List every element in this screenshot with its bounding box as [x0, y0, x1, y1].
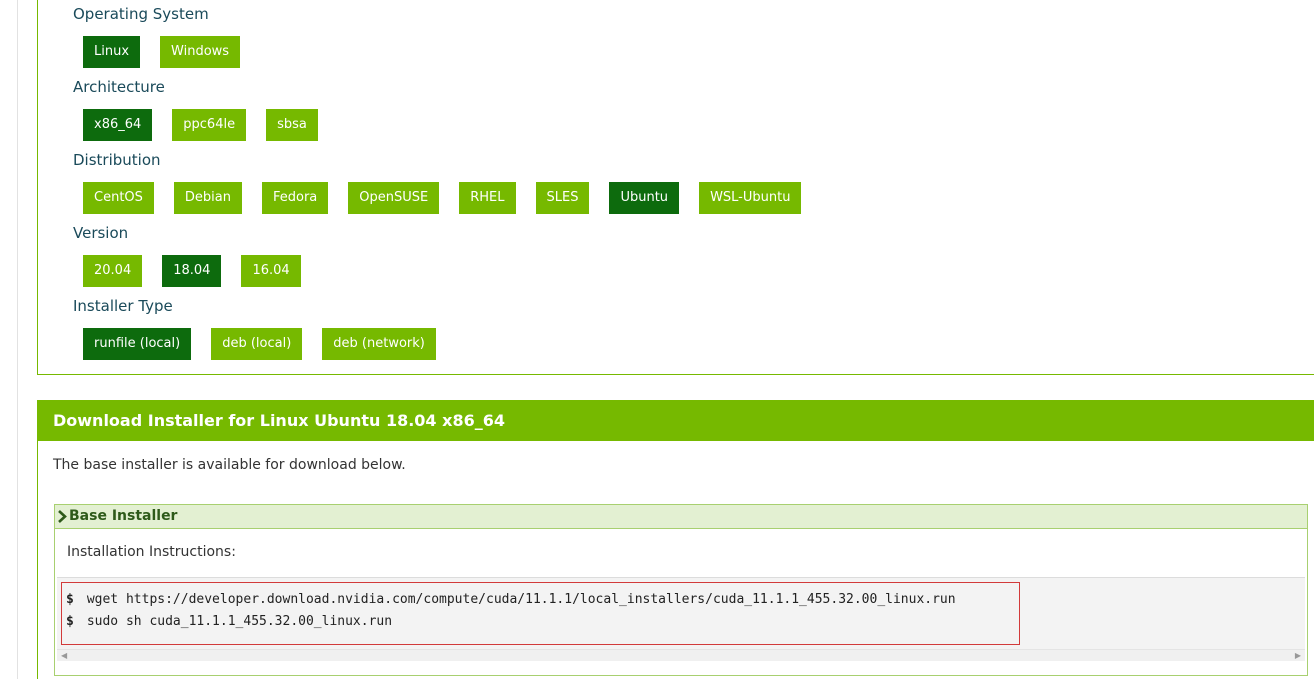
option-sles[interactable]: SLES [535, 182, 590, 214]
base-installer-heading: Base Installer [69, 508, 178, 524]
option-deb-network[interactable]: deb (network) [322, 328, 436, 360]
installation-instructions-label: Installation Instructions: [67, 544, 236, 560]
command-line[interactable]: $ sudo sh cuda_11.1.1_455.32.00_linux.run [66, 614, 392, 629]
chevron-right-icon [58, 510, 67, 523]
base-installer-toggle[interactable]: Base Installer [55, 505, 1307, 529]
row-label-installer-type: Installer Type [73, 297, 173, 315]
option-fedora[interactable]: Fedora [261, 182, 329, 214]
option-windows[interactable]: Windows [160, 36, 241, 68]
option-sbsa[interactable]: sbsa [266, 109, 318, 141]
option-linux[interactable]: Linux [83, 36, 141, 68]
option-x86-64[interactable]: x86_64 [83, 109, 153, 141]
row-operating-system: Linux Windows [83, 36, 260, 68]
scroll-right-arrow-icon[interactable]: ▶ [1295, 651, 1301, 661]
option-ppc64le[interactable]: ppc64le [172, 109, 247, 141]
base-installer-panel: Base Installer Installation Instructions… [54, 504, 1308, 676]
option-20-04[interactable]: 20.04 [83, 255, 143, 287]
row-distribution: CentOS Debian Fedora OpenSUSE RHEL SLES … [83, 182, 821, 214]
download-section: Download Installer for Linux Ubuntu 18.0… [37, 400, 1314, 679]
download-description: The base installer is available for down… [53, 457, 406, 473]
option-ubuntu[interactable]: Ubuntu [609, 182, 680, 214]
option-rhel[interactable]: RHEL [459, 182, 516, 214]
option-debian[interactable]: Debian [173, 182, 242, 214]
row-version: 20.04 18.04 16.04 [83, 255, 321, 287]
horizontal-scrollbar[interactable]: ◀ ▶ [57, 649, 1305, 661]
option-wsl-ubuntu[interactable]: WSL-Ubuntu [699, 182, 802, 214]
command-text: sudo sh cuda_11.1.1_455.32.00_linux.run [86, 614, 393, 629]
row-label-distribution: Distribution [73, 151, 161, 169]
row-label-operating-system: Operating System [73, 5, 209, 23]
code-block[interactable]: $ wget https://developer.download.nvidia.… [57, 577, 1305, 661]
option-opensuse[interactable]: OpenSUSE [348, 182, 440, 214]
row-architecture: x86_64 ppc64le sbsa [83, 109, 338, 141]
command-text: wget https://developer.download.nvidia.c… [86, 592, 956, 607]
option-centos[interactable]: CentOS [83, 182, 154, 214]
shell-prompt: $ [66, 592, 74, 607]
row-label-architecture: Architecture [73, 78, 165, 96]
option-18-04[interactable]: 18.04 [162, 255, 222, 287]
option-runfile-local[interactable]: runfile (local) [83, 328, 192, 360]
option-deb-local[interactable]: deb (local) [211, 328, 303, 360]
scroll-left-arrow-icon[interactable]: ◀ [61, 651, 67, 661]
shell-prompt: $ [66, 614, 74, 629]
row-label-version: Version [73, 224, 129, 242]
option-16-04[interactable]: 16.04 [241, 255, 301, 287]
command-line[interactable]: $ wget https://developer.download.nvidia.… [66, 592, 956, 607]
download-title: Download Installer for Linux Ubuntu 18.0… [38, 400, 1314, 441]
left-border-line [17, 0, 18, 679]
row-installer-type: runfile (local) deb (local) deb (network… [83, 328, 456, 360]
